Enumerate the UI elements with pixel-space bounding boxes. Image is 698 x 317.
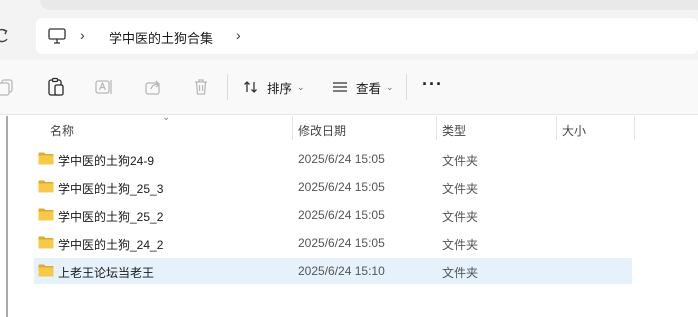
file-modified: 2025/6/24 15:05 [298, 180, 385, 194]
column-divider[interactable] [634, 116, 635, 140]
file-modified: 2025/6/24 15:10 [298, 264, 385, 278]
sort-label: 排序 [267, 81, 293, 96]
navigation-pane-scrollbar[interactable] [6, 116, 8, 317]
file-name: 学中医的土狗_24_2 [58, 238, 164, 252]
sort-icon [243, 79, 259, 95]
breadcrumb-current-folder[interactable]: 学中医的土狗合集 [109, 28, 213, 47]
column-header-size[interactable]: 大小 [562, 122, 586, 139]
view-list-icon [332, 79, 348, 95]
view-button[interactable]: 查看 ⌄ [332, 74, 394, 100]
sort-button[interactable]: 排序 ⌄ [243, 74, 305, 100]
folder-icon [38, 152, 54, 165]
command-bar: 排序 ⌄ 查看 ⌄ ··· [0, 60, 698, 115]
refresh-icon[interactable] [0, 26, 12, 46]
toolbar-divider [406, 74, 407, 100]
file-type: 文件夹 [442, 266, 479, 280]
column-divider[interactable] [292, 116, 293, 140]
title-bar [0, 0, 698, 14]
address-row: › 学中医的土狗合集 › [0, 14, 698, 60]
chevron-down-icon: ⌄ [386, 81, 394, 92]
list-item[interactable]: 学中医的土狗_24_2 2025/6/24 15:05 文件夹 [34, 230, 632, 256]
copy-icon[interactable] [0, 73, 20, 101]
sort-direction-icon: ⌄ [162, 112, 171, 123]
list-item[interactable]: 学中医的土狗24-9 2025/6/24 15:05 文件夹 [34, 146, 632, 172]
list-item[interactable]: 学中医的土狗_25_2 2025/6/24 15:05 文件夹 [34, 202, 632, 228]
column-divider[interactable] [436, 116, 437, 140]
breadcrumb-chevron-icon[interactable]: › [80, 27, 85, 43]
file-name: 学中医的土狗_25_3 [58, 182, 164, 196]
address-bar[interactable]: › 学中医的土狗合集 › [36, 18, 698, 54]
column-header-row: 名称 ⌄ 修改日期 类型 大小 [0, 112, 698, 142]
share-icon[interactable] [139, 73, 167, 101]
list-item[interactable]: 上老王论坛当老王 2025/6/24 15:10 文件夹 [34, 258, 632, 284]
paste-icon[interactable] [42, 73, 70, 101]
column-header-type[interactable]: 类型 [442, 122, 466, 139]
file-modified: 2025/6/24 15:05 [298, 208, 385, 222]
toolbar-divider [227, 74, 228, 100]
column-header-modified[interactable]: 修改日期 [298, 122, 346, 139]
file-type: 文件夹 [442, 238, 479, 252]
file-type: 文件夹 [442, 182, 479, 196]
more-options-icon[interactable]: ··· [422, 74, 443, 95]
folder-icon [38, 264, 54, 277]
chevron-down-icon: ⌄ [297, 81, 305, 92]
delete-icon[interactable] [187, 73, 215, 101]
view-label: 查看 [356, 81, 382, 96]
file-type: 文件夹 [442, 154, 479, 168]
file-modified: 2025/6/24 15:05 [298, 152, 385, 166]
rename-icon[interactable] [90, 73, 118, 101]
column-divider[interactable] [556, 116, 557, 140]
list-item[interactable]: 学中医的土狗_25_3 2025/6/24 15:05 文件夹 [34, 174, 632, 200]
file-name: 学中医的土狗_25_2 [58, 210, 164, 224]
folder-icon [38, 180, 54, 193]
column-header-name[interactable]: 名称 [50, 122, 74, 139]
monitor-icon[interactable] [48, 28, 66, 44]
folder-icon [38, 208, 54, 221]
file-name: 上老王论坛当老王 [58, 266, 155, 280]
file-name: 学中医的土狗24-9 [58, 154, 155, 168]
file-modified: 2025/6/24 15:05 [298, 236, 385, 250]
folder-icon [38, 236, 54, 249]
breadcrumb-chevron-icon[interactable]: › [236, 27, 241, 43]
tab-strip [40, 0, 698, 10]
file-type: 文件夹 [442, 210, 479, 224]
